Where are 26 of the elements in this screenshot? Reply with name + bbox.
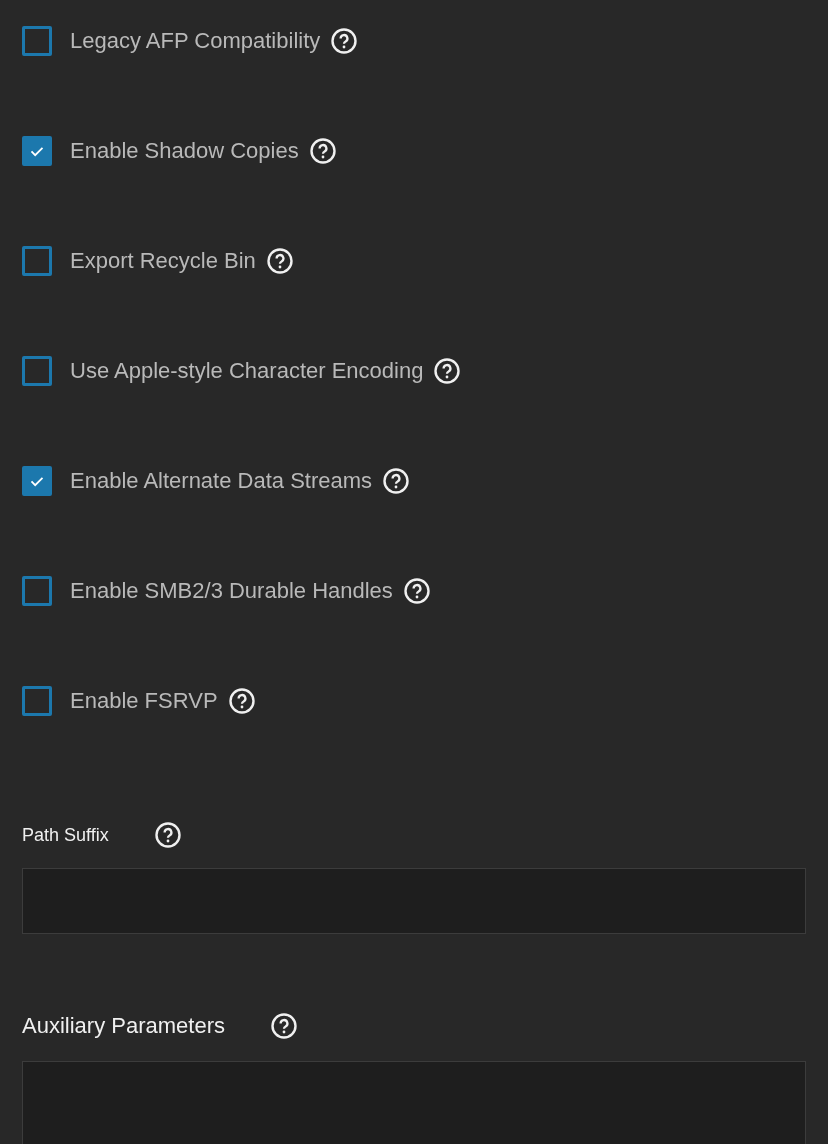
checkbox-label: Use Apple-style Character Encoding	[70, 358, 424, 384]
help-icon[interactable]	[331, 28, 358, 54]
checkbox[interactable]	[22, 26, 52, 56]
checkbox-label: Enable FSRVP	[70, 688, 218, 714]
checkbox[interactable]	[22, 136, 52, 166]
checkbox[interactable]	[22, 466, 52, 496]
help-icon[interactable]	[309, 138, 336, 164]
help-icon[interactable]	[403, 578, 430, 604]
help-icon[interactable]	[266, 248, 293, 274]
checkbox[interactable]	[22, 246, 52, 276]
help-icon[interactable]	[228, 688, 255, 714]
checkbox-label: Legacy AFP Compatibility	[70, 28, 321, 54]
checkbox-label: Enable Shadow Copies	[70, 138, 299, 164]
input-field[interactable]	[22, 868, 806, 934]
checkbox[interactable]	[22, 356, 52, 386]
help-icon[interactable]	[270, 1013, 297, 1039]
help-icon[interactable]	[154, 822, 181, 848]
field-label: Auxiliary Parameters	[22, 1013, 225, 1039]
checkbox[interactable]	[22, 686, 52, 716]
help-icon[interactable]	[434, 358, 461, 384]
field-label: Path Suffix	[22, 824, 109, 846]
checkbox-label: Enable Alternate Data Streams	[70, 468, 373, 494]
help-icon[interactable]	[383, 468, 410, 494]
checkbox[interactable]	[22, 576, 52, 606]
checkbox-label: Enable SMB2/3 Durable Handles	[70, 578, 393, 604]
checkbox-label: Export Recycle Bin	[70, 248, 256, 274]
